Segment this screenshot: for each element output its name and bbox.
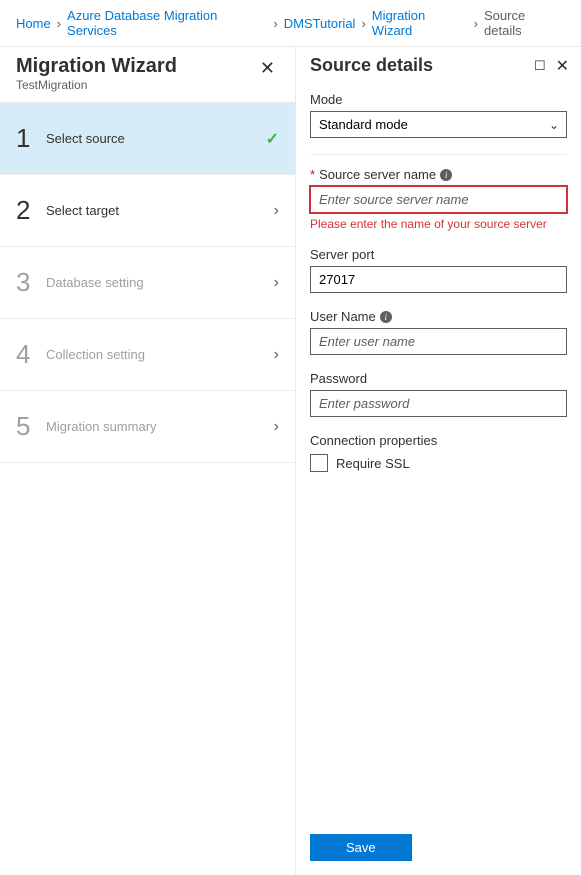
breadcrumb-dms[interactable]: Azure Database Migration Services <box>67 8 267 38</box>
breadcrumb-home[interactable]: Home <box>16 16 51 31</box>
save-button[interactable]: Save <box>310 834 412 861</box>
chevron-right-icon: › <box>274 418 279 436</box>
username-input[interactable] <box>310 328 567 355</box>
divider <box>310 154 567 155</box>
step-label: Select target <box>46 203 274 218</box>
chevron-right-icon: › <box>274 346 279 364</box>
chevron-right-icon: › <box>474 16 478 31</box>
wizard-subtitle: TestMigration <box>16 78 177 92</box>
details-title: Source details <box>310 55 433 76</box>
source-server-label: Source server name <box>319 167 436 182</box>
step-number: 1 <box>16 123 46 154</box>
wizard-panel: Migration Wizard TestMigration ✕ 1 Selec… <box>0 47 296 875</box>
step-label: Collection setting <box>46 347 274 362</box>
breadcrumb: Home › Azure Database Migration Services… <box>0 0 581 47</box>
step-number: 3 <box>16 267 46 298</box>
require-ssl-checkbox[interactable] <box>310 454 328 472</box>
info-icon[interactable]: i <box>440 169 452 181</box>
step-label: Select source <box>46 131 266 146</box>
password-input[interactable] <box>310 390 567 417</box>
breadcrumb-wizard[interactable]: Migration Wizard <box>372 8 468 38</box>
chevron-right-icon: › <box>274 274 279 292</box>
username-label: User Name <box>310 309 376 324</box>
info-icon[interactable]: i <box>380 311 392 323</box>
password-label: Password <box>310 371 567 386</box>
connection-properties-label: Connection properties <box>310 433 567 448</box>
wizard-title: Migration Wizard <box>16 55 177 78</box>
chevron-right-icon: › <box>273 16 277 31</box>
mode-select[interactable]: Standard mode <box>310 111 567 138</box>
port-label: Server port <box>310 247 567 262</box>
chevron-right-icon: › <box>274 202 279 220</box>
check-icon: ✓ <box>266 129 279 149</box>
source-server-error: Please enter the name of your source ser… <box>310 217 567 231</box>
require-ssl-label: Require SSL <box>336 456 410 471</box>
details-panel: Source details ☐ ✕ Mode Standard mode ⌄ <box>296 47 581 875</box>
source-server-input[interactable] <box>310 186 567 213</box>
step-label: Migration summary <box>46 419 274 434</box>
close-icon[interactable]: ✕ <box>256 55 279 81</box>
close-icon[interactable]: ✕ <box>556 56 569 76</box>
step-number: 2 <box>16 195 46 226</box>
step-database-setting[interactable]: 3 Database setting › <box>0 247 295 319</box>
step-label: Database setting <box>46 275 274 290</box>
wizard-steps: 1 Select source ✓ 2 Select target › 3 Da… <box>0 102 295 463</box>
chevron-right-icon: › <box>57 16 61 31</box>
mode-label: Mode <box>310 92 567 107</box>
pin-icon[interactable]: ☐ <box>534 58 546 74</box>
step-migration-summary[interactable]: 5 Migration summary › <box>0 391 295 463</box>
step-select-target[interactable]: 2 Select target › <box>0 175 295 247</box>
breadcrumb-current: Source details <box>484 8 565 38</box>
step-collection-setting[interactable]: 4 Collection setting › <box>0 319 295 391</box>
step-number: 5 <box>16 411 46 442</box>
step-select-source[interactable]: 1 Select source ✓ <box>0 103 295 175</box>
required-asterisk: * <box>310 167 315 182</box>
port-input[interactable] <box>310 266 567 293</box>
breadcrumb-tutorial[interactable]: DMSTutorial <box>284 16 356 31</box>
chevron-right-icon: › <box>361 16 365 31</box>
step-number: 4 <box>16 339 46 370</box>
